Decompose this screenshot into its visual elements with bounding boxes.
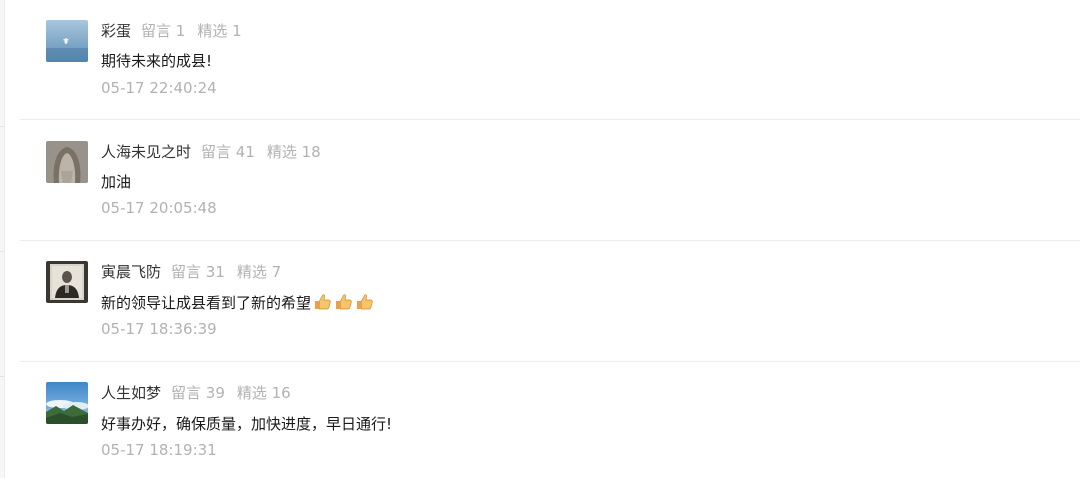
nickname[interactable]: 寅晨飞防 <box>101 263 161 281</box>
comment-item: 寅晨飞防 留言 31 精选 7 新的领导让成县看到了新的希望 05-17 18:36… <box>0 241 1080 362</box>
featured-count: 精选 16 <box>236 384 291 402</box>
thumbs-up-icon <box>313 292 332 311</box>
featured-count: 精选 18 <box>266 143 321 161</box>
mountain-clouds-landscape-icon[interactable] <box>46 382 88 424</box>
comment-count: 留言 31 <box>171 263 225 281</box>
thumbs-up-icon <box>334 292 353 311</box>
comment-item: 彩蛋 留言 1 精选 1 期待未来的成县! 05-17 22:40:24 <box>0 0 1080 120</box>
comment-meta: 人海未见之时 留言 41 精选 18 <box>101 141 321 163</box>
comment-content: 好事办好，确保质量，加快进度，早日通行! <box>101 415 393 433</box>
comment-count: 留言 39 <box>171 384 225 402</box>
comment-meta: 人生如梦 留言 39 精选 16 <box>101 382 291 404</box>
nickname[interactable]: 彩蛋 <box>101 22 131 40</box>
comment-text: 新的领导让成县看到了新的希望 <box>101 294 312 312</box>
comment-timestamp: 05-17 20:05:48 <box>101 199 217 217</box>
comment-count: 留言 1 <box>141 22 186 40</box>
comment-timestamp: 05-17 22:40:24 <box>101 79 217 97</box>
nickname[interactable]: 人海未见之时 <box>101 143 191 161</box>
comment-meta: 寅晨飞防 留言 31 精选 7 <box>101 261 281 283</box>
old-photo-portrait-icon[interactable] <box>46 261 88 303</box>
comment-content: 期待未来的成县! <box>101 52 213 70</box>
featured-count: 精选 1 <box>197 22 242 40</box>
comment-item: 人海未见之时 留言 41 精选 18 加油 05-17 20:05:48 <box>0 120 1080 241</box>
seagull-over-water-icon[interactable] <box>46 20 88 62</box>
comment-timestamp: 05-17 18:19:31 <box>101 441 217 459</box>
comment-item: 人生如梦 留言 39 精选 16 好事办好，确保质量，加快进度，早日通行! 05-1… <box>0 362 1080 478</box>
comment-timestamp: 05-17 18:36:39 <box>101 320 217 338</box>
thumbs-up-icon <box>355 292 374 311</box>
long-hair-portrait-icon[interactable] <box>46 141 88 183</box>
comment-content: 加油 <box>101 173 132 191</box>
featured-count: 精选 7 <box>236 263 282 281</box>
comment-content: 新的领导让成县看到了新的希望 <box>101 291 374 315</box>
comment-count: 留言 41 <box>201 143 255 161</box>
nickname[interactable]: 人生如梦 <box>101 384 161 402</box>
comment-meta: 彩蛋 留言 1 精选 1 <box>101 20 242 42</box>
comment-list-page: 彩蛋 留言 1 精选 1 期待未来的成县! 05-17 22:40:24 人海未见之… <box>0 0 1080 478</box>
